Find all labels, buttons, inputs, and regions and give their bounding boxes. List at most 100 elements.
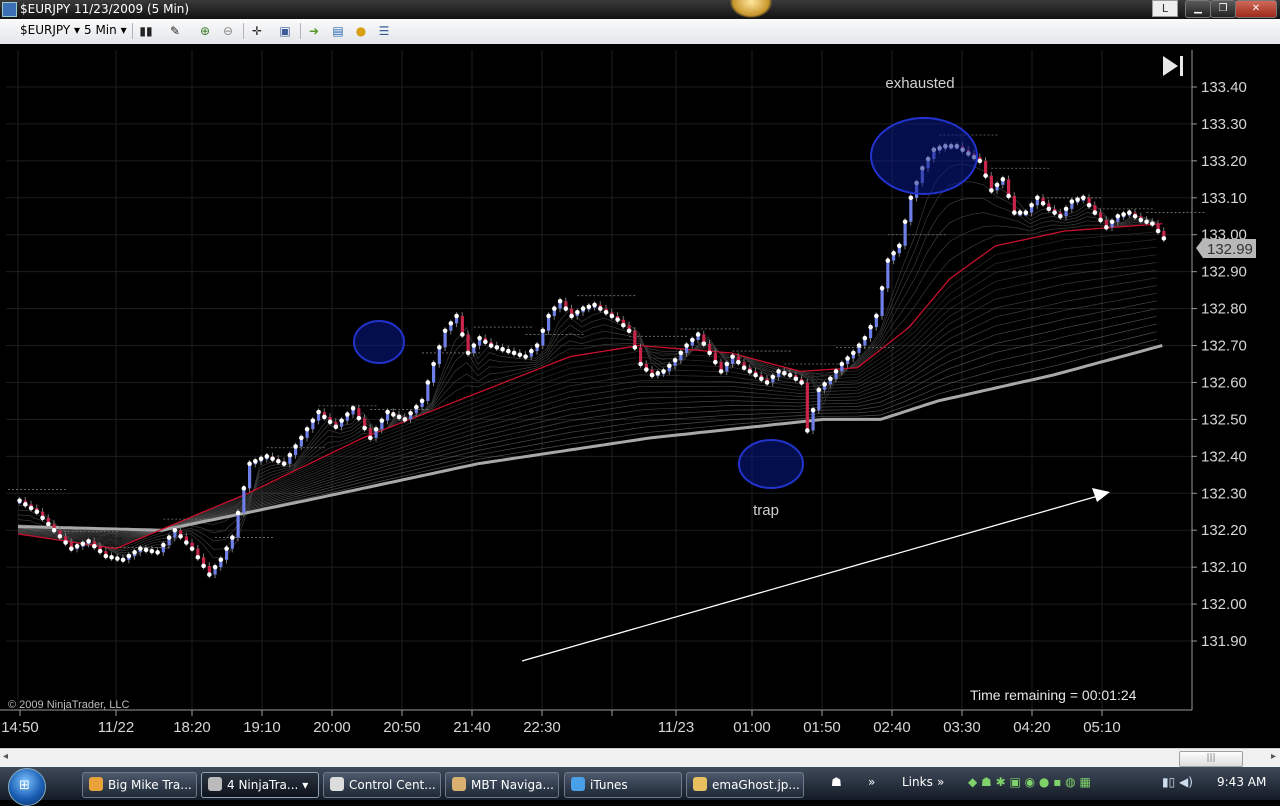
close-dot bbox=[74, 543, 80, 549]
minimize-button[interactable]: ▁ bbox=[1185, 0, 1211, 18]
close-dot bbox=[626, 328, 632, 334]
y-tick-label: 132.80 bbox=[1201, 301, 1247, 318]
scroll-right-icon[interactable]: ▸ bbox=[1271, 751, 1276, 762]
close-dot bbox=[310, 418, 316, 423]
close-dot bbox=[1029, 202, 1034, 208]
close-dot bbox=[327, 419, 333, 425]
x-tick-label: 22:30 bbox=[523, 719, 561, 736]
close-dot bbox=[690, 337, 695, 343]
close-dot bbox=[891, 250, 896, 256]
price-chart[interactable]: 133.40133.30133.20133.10133.00132.90132.… bbox=[0, 44, 1280, 748]
scrollbar-thumb[interactable]: ||| bbox=[1179, 751, 1243, 767]
close-dot bbox=[828, 376, 833, 382]
close-dot bbox=[977, 158, 983, 164]
taskbar-item-browser[interactable]: Big Mike Tra... bbox=[82, 772, 197, 798]
close-dot bbox=[391, 412, 396, 417]
properties-icon[interactable]: ▣ bbox=[278, 24, 292, 38]
zoom-out-icon[interactable]: ⊖ bbox=[221, 24, 235, 38]
close-dot bbox=[120, 557, 126, 563]
close-dot bbox=[431, 361, 436, 367]
y-tick-label: 133.30 bbox=[1201, 116, 1247, 133]
drawing-tool-icon[interactable]: ✎ bbox=[168, 24, 182, 38]
y-tick-label: 132.50 bbox=[1201, 411, 1247, 428]
close-button[interactable]: ✕ bbox=[1235, 0, 1277, 18]
indicators-icon[interactable]: ▤ bbox=[331, 24, 345, 38]
close-dot bbox=[86, 538, 91, 544]
close-dot bbox=[23, 502, 28, 507]
x-tick-label: 01:00 bbox=[733, 719, 771, 736]
close-dot bbox=[609, 313, 615, 319]
close-dot bbox=[983, 173, 988, 178]
close-dot bbox=[736, 359, 741, 365]
close-dot bbox=[132, 550, 137, 555]
close-dot bbox=[759, 376, 764, 382]
close-dot bbox=[247, 461, 252, 467]
close-dot bbox=[1115, 213, 1121, 219]
quicklaunch-icon[interactable]: ☗ bbox=[831, 775, 842, 789]
instrument-selector[interactable]: $EURJPY ▾ bbox=[20, 23, 80, 37]
candle-body bbox=[437, 347, 441, 364]
copyright-label: © 2009 NinjaTrader, LLC bbox=[8, 699, 129, 711]
interval-label: 5 Min bbox=[84, 23, 117, 37]
data-box-icon[interactable]: ☰ bbox=[377, 24, 391, 38]
close-dot bbox=[1040, 201, 1046, 206]
close-dot bbox=[851, 350, 856, 356]
close-dot bbox=[368, 435, 373, 441]
close-dot bbox=[569, 313, 574, 319]
scroll-left-icon[interactable]: ◂ bbox=[3, 751, 8, 762]
app-icon[interactable] bbox=[2, 2, 17, 17]
links-toolbar[interactable]: Links bbox=[902, 775, 933, 789]
more-icon[interactable]: » bbox=[937, 775, 944, 789]
restore-button[interactable]: ❐ bbox=[1210, 0, 1236, 18]
close-dot bbox=[500, 346, 505, 352]
highlight-circle bbox=[353, 320, 405, 364]
y-tick-label: 132.90 bbox=[1201, 264, 1247, 281]
zoom-in-icon[interactable]: ⊕ bbox=[198, 24, 212, 38]
taskbar-item-ninjatrader[interactable]: 4 NinjaTra... ▾ bbox=[201, 772, 319, 798]
taskbar-item-control-center[interactable]: Control Cent... bbox=[323, 772, 441, 798]
interval-selector[interactable]: 5 Min ▾ bbox=[84, 23, 127, 37]
chevron-down-icon: ▾ bbox=[74, 23, 81, 37]
system-clock: 9:43 AM bbox=[1217, 775, 1267, 789]
close-dot bbox=[126, 553, 132, 559]
bar-style-icon[interactable]: ▮▮ bbox=[139, 24, 153, 38]
language-button[interactable]: L bbox=[1152, 0, 1178, 17]
close-dot bbox=[776, 369, 781, 374]
close-dot bbox=[1035, 195, 1040, 201]
taskbar-item-image-viewer[interactable]: emaGhost.jp... bbox=[686, 772, 804, 798]
close-dot bbox=[235, 510, 241, 516]
close-dot bbox=[1081, 195, 1086, 201]
toolbar-divider bbox=[132, 23, 133, 39]
taskbar-item-mbt[interactable]: MBT Naviga... bbox=[445, 772, 559, 798]
close-dot bbox=[1092, 210, 1098, 215]
close-dot bbox=[879, 285, 885, 291]
close-dot bbox=[615, 317, 620, 322]
start-button[interactable]: ⊞ bbox=[8, 768, 46, 806]
close-dot bbox=[799, 380, 804, 385]
performance-icon[interactable]: ● bbox=[354, 24, 368, 38]
tray-network-icon[interactable]: ▮▯ ◀) bbox=[1162, 775, 1193, 789]
y-tick-label: 132.10 bbox=[1201, 559, 1247, 576]
taskbar-item-itunes[interactable]: iTunes bbox=[564, 772, 682, 798]
close-dot bbox=[299, 435, 304, 441]
candle-body bbox=[817, 389, 821, 411]
strategies-icon[interactable]: ➜ bbox=[307, 24, 321, 38]
close-dot bbox=[833, 369, 839, 374]
close-dot bbox=[575, 309, 580, 315]
y-tick-label: 133.40 bbox=[1201, 79, 1247, 96]
taskbar-item-label: emaGhost.jp... bbox=[712, 778, 800, 792]
close-dot bbox=[816, 387, 822, 393]
close-dot bbox=[253, 458, 258, 464]
close-dot bbox=[822, 382, 827, 387]
close-dot bbox=[989, 188, 994, 193]
tray-apps-icon[interactable]: ◆ ☗ ✱ ▣ ◉ ● ▪ ◍ ▦ bbox=[968, 775, 1091, 789]
close-dot bbox=[51, 527, 57, 533]
close-dot bbox=[695, 332, 701, 337]
close-dot bbox=[230, 535, 235, 540]
more-icon[interactable]: » bbox=[868, 775, 875, 789]
chart-scrollbar[interactable]: ◂ ||| ▸ bbox=[0, 748, 1280, 768]
close-dot bbox=[741, 365, 747, 370]
ninjatrader-icon bbox=[208, 777, 222, 791]
close-dot bbox=[304, 426, 310, 432]
crosshair-icon[interactable]: ✛ bbox=[250, 24, 264, 38]
